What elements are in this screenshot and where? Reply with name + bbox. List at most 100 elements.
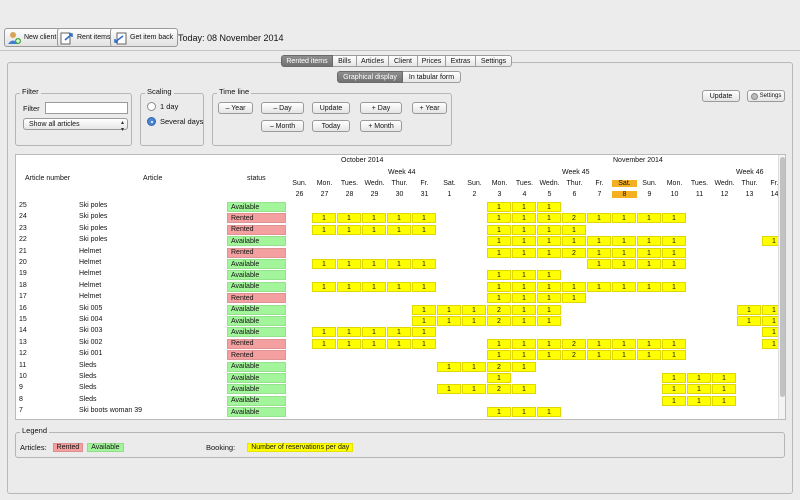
booking-cell[interactable]: 1 bbox=[537, 293, 561, 304]
booking-cell[interactable]: 1 bbox=[312, 281, 336, 292]
booking-cell[interactable]: 1 bbox=[387, 259, 411, 269]
booking-cell[interactable]: 1 bbox=[737, 304, 761, 315]
booking-cell[interactable]: 1 bbox=[437, 316, 461, 326]
booking-cell[interactable]: 1 bbox=[537, 407, 561, 418]
booking-cell[interactable]: 1 bbox=[437, 304, 461, 315]
booking-cell[interactable]: 1 bbox=[712, 384, 736, 395]
booking-cell[interactable]: 1 bbox=[612, 281, 636, 292]
grid-scrollbar-thumb[interactable] bbox=[780, 157, 785, 397]
booking-cell[interactable]: 1 bbox=[537, 350, 561, 361]
booking-cell[interactable]: 1 bbox=[537, 304, 561, 315]
booking-cell[interactable]: 2 bbox=[562, 247, 586, 258]
booking-cell[interactable]: 1 bbox=[662, 384, 686, 395]
booking-cell[interactable]: 2 bbox=[487, 361, 511, 372]
booking-cell[interactable]: 1 bbox=[437, 384, 461, 395]
booking-cell[interactable]: 1 bbox=[712, 373, 736, 383]
booking-cell[interactable]: 2 bbox=[487, 384, 511, 395]
booking-cell[interactable]: 1 bbox=[487, 270, 511, 281]
minus-day-button[interactable]: – Day bbox=[261, 102, 304, 114]
plus-year-button[interactable]: + Year bbox=[412, 102, 447, 114]
booking-cell[interactable]: 1 bbox=[387, 327, 411, 338]
booking-cell[interactable]: 1 bbox=[337, 338, 361, 349]
booking-cell[interactable]: 1 bbox=[537, 213, 561, 224]
booking-cell[interactable]: 2 bbox=[562, 350, 586, 361]
booking-cell[interactable]: 1 bbox=[362, 213, 386, 224]
tab-tabular-form[interactable]: In tabular form bbox=[403, 71, 461, 83]
booking-cell[interactable]: 1 bbox=[637, 338, 661, 349]
booking-cell[interactable]: 1 bbox=[312, 338, 336, 349]
booking-cell[interactable]: 1 bbox=[337, 259, 361, 269]
booking-cell[interactable]: 1 bbox=[512, 293, 536, 304]
booking-cell[interactable]: 1 bbox=[412, 259, 436, 269]
booking-cell[interactable]: 1 bbox=[587, 259, 611, 269]
booking-cell[interactable]: 1 bbox=[562, 293, 586, 304]
scaling-one-day-radio[interactable]: 1 day bbox=[147, 102, 178, 111]
booking-cell[interactable]: 1 bbox=[612, 247, 636, 258]
booking-cell[interactable]: 1 bbox=[537, 281, 561, 292]
tab-graphical-display[interactable]: Graphical display bbox=[337, 71, 403, 83]
get-item-back-button[interactable]: Get item back bbox=[110, 28, 179, 47]
booking-cell[interactable]: 1 bbox=[587, 236, 611, 247]
booking-cell[interactable]: 1 bbox=[412, 338, 436, 349]
booking-cell[interactable]: 1 bbox=[487, 407, 511, 418]
booking-cell[interactable]: 1 bbox=[487, 338, 511, 349]
plus-month-button[interactable]: + Month bbox=[360, 120, 402, 132]
scaling-several-days-radio[interactable]: Several days bbox=[147, 117, 203, 126]
booking-cell[interactable]: 1 bbox=[362, 338, 386, 349]
booking-cell[interactable]: 1 bbox=[512, 304, 536, 315]
booking-cell[interactable]: 1 bbox=[612, 338, 636, 349]
booking-cell[interactable]: 1 bbox=[587, 338, 611, 349]
booking-cell[interactable]: 1 bbox=[312, 327, 336, 338]
update-button[interactable]: Update bbox=[702, 90, 740, 102]
tab-client[interactable]: Client bbox=[389, 55, 418, 67]
booking-cell[interactable]: 1 bbox=[637, 247, 661, 258]
booking-cell[interactable]: 2 bbox=[562, 213, 586, 224]
booking-cell[interactable]: 1 bbox=[512, 281, 536, 292]
booking-cell[interactable]: 1 bbox=[512, 224, 536, 235]
booking-cell[interactable]: 1 bbox=[537, 236, 561, 247]
booking-cell[interactable]: 1 bbox=[637, 350, 661, 361]
today-button[interactable]: Today bbox=[312, 120, 350, 132]
rent-items-button[interactable]: Rent items bbox=[57, 28, 116, 47]
booking-cell[interactable]: 1 bbox=[512, 236, 536, 247]
plus-day-button[interactable]: + Day bbox=[360, 102, 402, 114]
booking-cell[interactable]: 1 bbox=[512, 270, 536, 281]
booking-cell[interactable]: 1 bbox=[537, 270, 561, 281]
booking-cell[interactable]: 2 bbox=[487, 304, 511, 315]
booking-cell[interactable]: 1 bbox=[487, 293, 511, 304]
booking-cell[interactable]: 1 bbox=[312, 224, 336, 235]
booking-cell[interactable]: 1 bbox=[512, 213, 536, 224]
booking-cell[interactable]: 1 bbox=[487, 350, 511, 361]
booking-cell[interactable]: 1 bbox=[512, 384, 536, 395]
booking-cell[interactable]: 1 bbox=[737, 316, 761, 326]
booking-cell[interactable]: 1 bbox=[612, 350, 636, 361]
booking-cell[interactable]: 1 bbox=[337, 327, 361, 338]
booking-cell[interactable]: 1 bbox=[537, 202, 561, 212]
booking-cell[interactable]: 1 bbox=[337, 224, 361, 235]
timeline-update-button[interactable]: Update bbox=[312, 102, 350, 114]
booking-cell[interactable]: 1 bbox=[487, 213, 511, 224]
tab-extras[interactable]: Extras bbox=[446, 55, 476, 67]
booking-cell[interactable]: 1 bbox=[612, 213, 636, 224]
booking-cell[interactable]: 1 bbox=[687, 384, 711, 395]
settings-button[interactable]: Settings bbox=[747, 90, 785, 102]
booking-cell[interactable]: 1 bbox=[412, 224, 436, 235]
minus-month-button[interactable]: – Month bbox=[261, 120, 304, 132]
booking-cell[interactable]: 1 bbox=[662, 338, 686, 349]
booking-cell[interactable]: 1 bbox=[637, 213, 661, 224]
booking-cell[interactable]: 1 bbox=[662, 395, 686, 406]
booking-cell[interactable]: 1 bbox=[312, 213, 336, 224]
booking-cell[interactable]: 1 bbox=[562, 236, 586, 247]
booking-cell[interactable]: 1 bbox=[487, 247, 511, 258]
booking-cell[interactable]: 1 bbox=[612, 259, 636, 269]
booking-cell[interactable]: 1 bbox=[362, 259, 386, 269]
grid-scrollbar[interactable] bbox=[778, 155, 785, 419]
booking-cell[interactable]: 1 bbox=[437, 361, 461, 372]
booking-cell[interactable]: 1 bbox=[387, 281, 411, 292]
booking-cell[interactable]: 1 bbox=[487, 202, 511, 212]
booking-cell[interactable]: 1 bbox=[362, 224, 386, 235]
booking-cell[interactable]: 1 bbox=[587, 350, 611, 361]
booking-cell[interactable]: 1 bbox=[537, 316, 561, 326]
tab-prices[interactable]: Prices bbox=[418, 55, 446, 67]
booking-cell[interactable]: 1 bbox=[587, 281, 611, 292]
